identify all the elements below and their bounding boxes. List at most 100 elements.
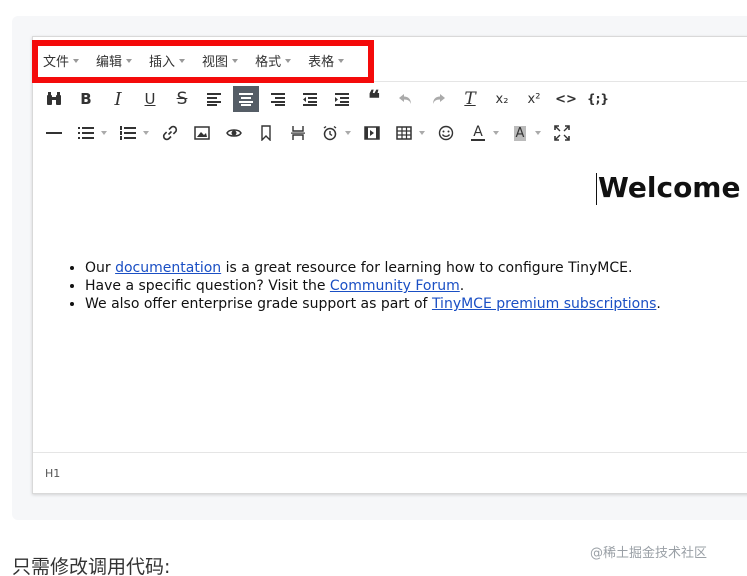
horizontal-rule-icon <box>46 132 62 134</box>
page-break-icon <box>291 126 305 140</box>
menu-format-label: 格式 <box>255 55 282 70</box>
chevron-down-icon <box>179 58 186 63</box>
menu-table[interactable]: 表格 <box>308 51 345 70</box>
chevron-down-icon <box>338 58 345 63</box>
bookmark-button[interactable] <box>253 120 279 146</box>
indent-button[interactable] <box>329 86 355 112</box>
list-item: Our documentation is a great resource fo… <box>85 259 661 277</box>
underline-button[interactable]: U <box>137 86 163 112</box>
indent-icon <box>335 93 349 106</box>
bullet-list-button[interactable] <box>73 120 99 146</box>
watermark: @稀土掘金技术社区 <box>590 546 708 561</box>
page-break-button[interactable] <box>285 120 311 146</box>
chevron-down-icon <box>419 131 425 135</box>
insert-datetime-button[interactable] <box>317 120 343 146</box>
clear-formatting-icon: T <box>464 89 476 109</box>
redo-icon <box>433 94 445 104</box>
link-icon <box>162 125 178 141</box>
emoticons-button[interactable] <box>433 120 459 146</box>
align-center-icon <box>239 93 253 106</box>
source-code-button[interactable]: <> <box>553 86 579 112</box>
community-forum-link[interactable]: Community Forum <box>330 278 460 294</box>
background-color-button[interactable]: A <box>507 120 533 146</box>
superscript-button[interactable]: x² <box>521 86 547 112</box>
table-button[interactable] <box>391 120 417 146</box>
menu-table-label: 表格 <box>308 55 335 70</box>
menu-edit-label: 编辑 <box>96 55 123 70</box>
menu-insert[interactable]: 插入 <box>149 51 186 70</box>
table-dropdown[interactable] <box>391 120 425 146</box>
strikethrough-icon: S <box>176 89 188 109</box>
chevron-down-icon <box>232 58 239 63</box>
chevron-down-icon <box>126 58 133 63</box>
outdent-icon <box>303 93 317 106</box>
text-color-icon: A <box>473 124 483 140</box>
insert-image-button[interactable] <box>189 120 215 146</box>
undo-button[interactable] <box>393 86 419 112</box>
outdent-button[interactable] <box>297 86 323 112</box>
background-color-icon: A <box>513 125 527 141</box>
intro-list: Our documentation is a great resource fo… <box>57 259 661 313</box>
editor-content[interactable]: Welcome Our documentation is a great res… <box>33 151 747 451</box>
statusbar: H1 <box>33 452 747 493</box>
chevron-down-icon <box>493 131 499 135</box>
align-left-icon <box>207 93 221 106</box>
text-color-button[interactable]: A <box>465 120 491 146</box>
list-item-text: We also offer enterprise grade support a… <box>85 296 432 312</box>
numbered-list-dropdown[interactable] <box>115 120 149 146</box>
premium-subscriptions-link[interactable]: TinyMCE premium subscriptions <box>432 296 656 312</box>
italic-icon: I <box>114 88 122 110</box>
chevron-down-icon <box>143 131 149 135</box>
subscript-button[interactable]: x₂ <box>489 86 515 112</box>
insert-media-button[interactable] <box>359 120 385 146</box>
element-path[interactable]: H1 <box>45 467 60 480</box>
menu-view[interactable]: 视图 <box>202 51 239 70</box>
code-sample-icon: {;} <box>587 92 609 106</box>
redo-button[interactable] <box>425 86 451 112</box>
menubar: 文件 编辑 插入 视图 格式 表格 <box>33 37 747 82</box>
insert-datetime-dropdown[interactable] <box>317 120 351 146</box>
toolbar-row-1: B I U S ❝ T x₂ x² <> {;} <box>33 83 747 115</box>
background-color-dropdown[interactable]: A <box>507 120 541 146</box>
italic-button[interactable]: I <box>105 86 131 112</box>
welcome-heading: Welcome <box>598 171 741 204</box>
table-icon <box>396 126 412 140</box>
documentation-link[interactable]: documentation <box>115 260 221 276</box>
insert-link-button[interactable] <box>157 120 183 146</box>
code-sample-button[interactable]: {;} <box>585 86 611 112</box>
list-item: Have a specific question? Visit the Comm… <box>85 277 661 295</box>
chevron-down-icon <box>345 131 351 135</box>
strikethrough-button[interactable]: S <box>169 86 195 112</box>
list-item-text: . <box>656 296 661 312</box>
blockquote-button[interactable]: ❝ <box>361 86 387 112</box>
numbered-list-icon <box>120 126 136 140</box>
horizontal-rule-button[interactable] <box>41 120 67 146</box>
menu-file[interactable]: 文件 <box>43 51 80 70</box>
text-color-dropdown[interactable]: A <box>465 120 499 146</box>
tinymce-editor: 文件 编辑 插入 视图 格式 表格 B I U S ❝ T x₂ x² <> {… <box>32 36 747 494</box>
bullet-list-dropdown[interactable] <box>73 120 107 146</box>
list-item-text: is a great resource for learning how to … <box>221 260 633 276</box>
numbered-list-button[interactable] <box>115 120 141 146</box>
bookmark-icon <box>261 125 271 141</box>
align-center-button[interactable] <box>233 86 259 112</box>
menu-edit[interactable]: 编辑 <box>96 51 133 70</box>
bold-button[interactable]: B <box>73 86 99 112</box>
binoculars-icon <box>47 92 61 105</box>
clock-icon <box>323 125 337 141</box>
menu-insert-label: 插入 <box>149 55 176 70</box>
align-right-button[interactable] <box>265 86 291 112</box>
fullscreen-button[interactable] <box>549 120 575 146</box>
menu-view-label: 视图 <box>202 55 229 70</box>
clear-formatting-button[interactable]: T <box>457 86 483 112</box>
preview-button[interactable] <box>221 120 247 146</box>
eye-icon <box>226 129 242 137</box>
find-replace-button[interactable] <box>41 86 67 112</box>
code-icon: <> <box>555 91 577 107</box>
chevron-down-icon <box>285 58 292 63</box>
blockquote-icon: ❝ <box>368 86 380 112</box>
undo-icon <box>399 94 411 104</box>
list-item: We also offer enterprise grade support a… <box>85 295 661 313</box>
align-left-button[interactable] <box>201 86 227 112</box>
menu-format[interactable]: 格式 <box>255 51 292 70</box>
